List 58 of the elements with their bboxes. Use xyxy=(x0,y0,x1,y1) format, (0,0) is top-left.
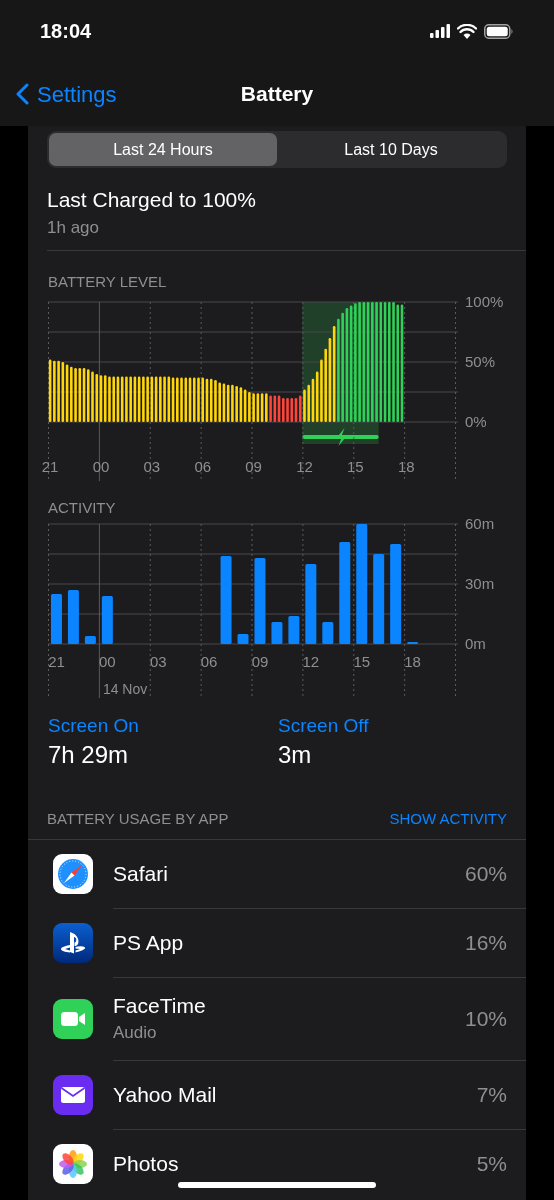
page-title: Battery xyxy=(240,81,314,108)
axis-label: 12 xyxy=(302,653,320,670)
axis-label: 0% xyxy=(465,413,487,430)
app-percent: 10% xyxy=(464,1005,507,1032)
axis-label: 12 xyxy=(296,458,313,475)
axis-label: 00 xyxy=(99,653,116,670)
video-camera-icon xyxy=(53,999,93,1039)
axis-label: 06 xyxy=(194,458,212,475)
app-percent: 5% xyxy=(476,1151,507,1178)
show-activity-link[interactable]: SHOW ACTIVITY xyxy=(389,808,507,831)
axis-label: 00 xyxy=(92,458,110,475)
screen-time-label: Screen On xyxy=(48,714,140,738)
clock: 18:04 xyxy=(40,19,92,44)
axis-label: 18 xyxy=(404,653,421,670)
app-percent: 16% xyxy=(464,929,507,956)
axis-label: 09 xyxy=(245,458,262,475)
axis-label: 15 xyxy=(347,458,364,475)
flower-icon xyxy=(53,1144,93,1184)
wifi-icon xyxy=(457,23,477,39)
segment-tab[interactable]: Last 24 Hours xyxy=(49,133,277,166)
axis-label: 0m xyxy=(465,635,486,652)
axis-label: 06 xyxy=(200,653,218,670)
battery-icon xyxy=(484,23,514,39)
segment-tab[interactable]: Last 10 Days xyxy=(277,133,505,166)
axis-label: 03 xyxy=(143,458,161,475)
app-name: FaceTime xyxy=(113,993,206,1019)
section-title: BATTERY USAGE BY APP xyxy=(47,809,229,829)
axis-label: 18 xyxy=(397,458,415,475)
date-label: 14 Nov xyxy=(102,681,148,697)
back-button[interactable]: Settings xyxy=(0,77,117,111)
envelope-icon xyxy=(53,1075,93,1115)
app-detail: Audio xyxy=(113,1022,158,1044)
axis-label: 50% xyxy=(465,353,496,370)
screen-time-label: Screen Off xyxy=(278,714,370,738)
app-name: Photos xyxy=(113,1151,179,1177)
chevron-left-icon xyxy=(16,83,29,105)
axis-label: 60m xyxy=(465,515,495,532)
screen-time-value: 7h 29m xyxy=(48,740,130,770)
screen-time-value: 3m xyxy=(278,740,313,770)
axis-label: 09 xyxy=(251,653,269,670)
playstation-icon xyxy=(53,923,93,963)
app-name: Safari xyxy=(113,860,168,887)
axis-label: 03 xyxy=(149,653,167,670)
axis-label: 30m xyxy=(465,575,495,592)
section-title: BATTERY LEVEL xyxy=(48,273,168,291)
app-percent: 7% xyxy=(476,1081,507,1108)
last-charged-title: Last Charged to 100% xyxy=(47,187,257,213)
axis-label: 21 xyxy=(41,458,59,475)
axis-label: 21 xyxy=(48,653,65,670)
app-name: PS App xyxy=(113,929,184,956)
signal-icon xyxy=(430,24,450,38)
section-title: ACTIVITY xyxy=(48,499,117,517)
axis-label: 15 xyxy=(353,653,371,670)
app-name: Yahoo Mail xyxy=(113,1081,217,1108)
app-percent: 60% xyxy=(464,860,507,887)
axis-label: 100% xyxy=(465,293,504,310)
compass-icon xyxy=(53,854,93,894)
last-charged-time: 1h ago xyxy=(47,217,100,239)
